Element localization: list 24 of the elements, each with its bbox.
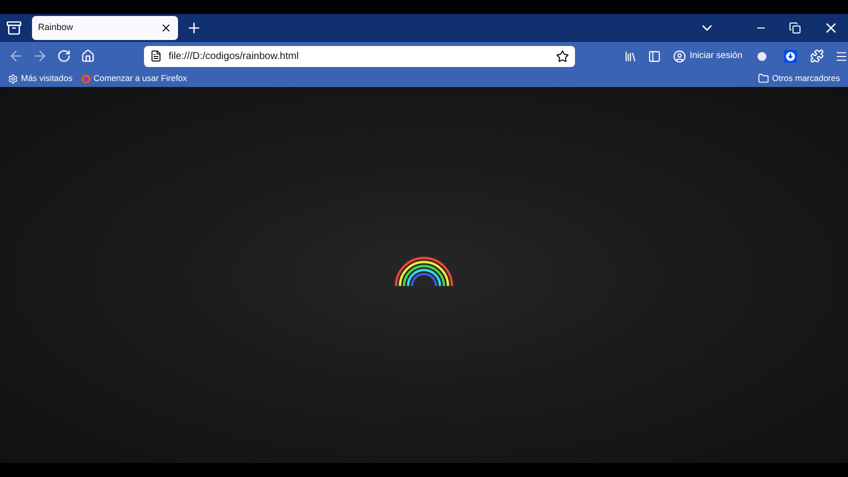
folder-icon bbox=[758, 73, 769, 84]
browser-tab[interactable]: Rainbow bbox=[32, 16, 178, 40]
new-tab-icon[interactable] bbox=[186, 20, 202, 36]
tab-title: Rainbow bbox=[38, 21, 74, 34]
library-icon[interactable] bbox=[624, 50, 637, 62]
reload-icon[interactable] bbox=[56, 49, 71, 63]
user-icon bbox=[672, 50, 686, 62]
extensions-icon[interactable] bbox=[810, 49, 824, 63]
other-bookmarks-link[interactable]: Otros marcadores bbox=[758, 72, 840, 85]
sidebar-icon[interactable] bbox=[648, 50, 661, 62]
menu-icon[interactable] bbox=[835, 50, 848, 62]
page-icon bbox=[150, 50, 162, 62]
sign-in-button[interactable]: Iniciar sesión bbox=[672, 49, 742, 63]
gear-icon bbox=[8, 74, 18, 84]
home-icon[interactable] bbox=[80, 49, 95, 63]
bookmark-link[interactable]: Más visitados bbox=[8, 72, 72, 85]
bookmark-link[interactable]: Comenzar a usar Firefox bbox=[80, 72, 188, 85]
star-icon[interactable] bbox=[556, 50, 569, 62]
restore-icon[interactable] bbox=[789, 22, 801, 34]
browser-logo-icon bbox=[80, 74, 90, 84]
download-icon[interactable] bbox=[784, 50, 798, 62]
address-bar[interactable]: file:///D:/codigos/rainbow.html bbox=[144, 46, 575, 66]
url-text: file:///D:/codigos/rainbow.html bbox=[168, 50, 300, 64]
close-icon[interactable] bbox=[160, 22, 172, 34]
